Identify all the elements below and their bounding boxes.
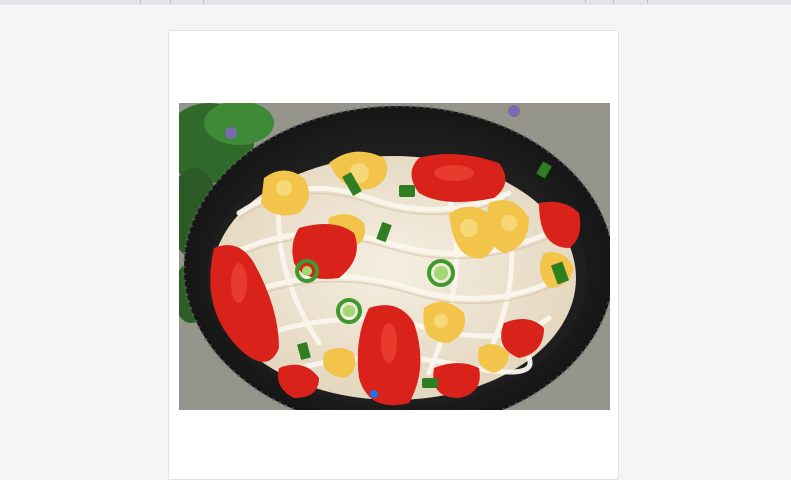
divider — [647, 0, 648, 3]
divider — [613, 0, 614, 3]
divider — [203, 0, 204, 3]
divider — [140, 0, 141, 3]
divider — [585, 0, 586, 3]
image-card — [168, 30, 619, 480]
food-photo[interactable] — [179, 103, 610, 410]
noodle-bowl-image — [179, 103, 610, 410]
top-toolbar-strip — [0, 0, 791, 5]
divider — [170, 0, 171, 3]
carousel-indicator-dot[interactable] — [370, 390, 378, 398]
